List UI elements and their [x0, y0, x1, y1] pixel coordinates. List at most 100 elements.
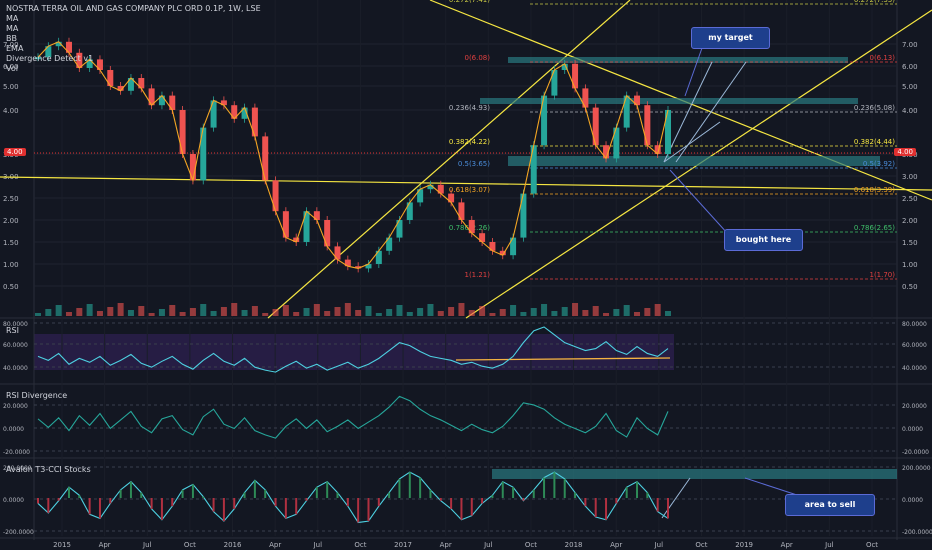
fib-level-label-right: 0.236(5.08)	[854, 104, 895, 112]
volume-bar	[665, 311, 671, 316]
x-tick-label: 2016	[224, 541, 242, 549]
volume-bar	[613, 309, 620, 316]
right-indicator-tick: 60.0000	[902, 342, 927, 349]
my-target-callout[interactable]: my target	[691, 27, 770, 49]
volume-bar	[282, 305, 289, 316]
fib-level-label-right: 0.272(7.33)	[854, 0, 895, 4]
volume-bar	[96, 311, 103, 316]
volume-bar	[148, 313, 155, 316]
left-price-tick: 1.00	[3, 261, 19, 269]
volume-bar	[179, 312, 186, 316]
volume-bar	[427, 304, 434, 316]
left-price-tick: 4.00	[3, 107, 19, 115]
volume-bar	[262, 313, 269, 316]
volume-bar	[634, 312, 641, 316]
right-price-tick: 2.00	[902, 217, 918, 225]
volume-bar	[355, 310, 362, 316]
x-tick-label: Oct	[184, 541, 196, 549]
x-tick-label: Apr	[610, 541, 622, 549]
cci-pane-title: Avalon T3-CCI Stocks	[6, 465, 91, 474]
volume-bar	[468, 310, 475, 316]
fib-level-label-left: 0.618(3.07)	[449, 186, 490, 194]
right-price-tick: 0.50	[902, 283, 918, 291]
indicator-ma-2[interactable]: MA	[6, 24, 261, 34]
volume-bar	[499, 309, 506, 316]
right-indicator-tick: -200.0000	[902, 529, 932, 536]
rsi-band	[34, 334, 674, 370]
volume-bar	[344, 303, 351, 316]
volume-bar	[231, 303, 238, 316]
volume-bar	[200, 304, 207, 316]
volume-bar	[45, 309, 52, 316]
fib-level-label-right: 0.786(2.65)	[854, 224, 895, 232]
left-indicator-tick: 20.0000	[3, 403, 28, 410]
x-tick-label: Jul	[313, 541, 323, 549]
right-price-tick: 7.00	[902, 41, 918, 49]
fib-level-label-left: 1(1.21)	[464, 271, 490, 279]
volume-bar	[386, 309, 393, 316]
volume-bar	[65, 312, 72, 316]
area-to-sell-callout[interactable]: area to sell	[785, 494, 875, 516]
right-indicator-tick: 80.0000	[902, 321, 927, 328]
indicator-volume[interactable]: Vol	[6, 64, 261, 74]
volume-bar	[530, 308, 537, 316]
volume-bar	[117, 303, 124, 316]
x-tick-label: Jul	[483, 541, 493, 549]
volume-bar	[303, 308, 310, 316]
volume-bar	[189, 308, 196, 316]
volume-bar	[654, 304, 661, 316]
x-tick-label: Jul	[654, 541, 664, 549]
x-tick-label: Oct	[866, 541, 878, 549]
right-indicator-tick: 20.0000	[902, 403, 927, 410]
left-indicator-tick: -200.0000	[3, 529, 34, 536]
volume-bar	[510, 305, 517, 316]
right-indicator-tick: -20.0000	[902, 449, 929, 456]
volume-bar	[334, 307, 341, 316]
left-price-tick: 0.50	[3, 283, 19, 291]
volume-bar	[479, 306, 486, 316]
indicator-bb[interactable]: BB	[6, 34, 261, 44]
right-price-tick: 6.00	[902, 63, 918, 71]
volume-bar	[448, 307, 455, 316]
x-tick-label: 2015	[53, 541, 71, 549]
indicator-divergence[interactable]: Divergence Detect v1	[6, 54, 261, 64]
left-price-tick: 1.50	[3, 239, 19, 247]
fib-level-label-left: 0.236(4.93)	[449, 104, 490, 112]
fib-level-label-right: 0.382(4.44)	[854, 138, 895, 146]
right-price-tick: 1.00	[902, 261, 918, 269]
main-legend: NOSTRA TERRA OIL AND GAS COMPANY PLC ORD…	[6, 4, 261, 74]
volume-bar	[169, 305, 176, 316]
right-indicator-tick: 200.0000	[902, 465, 931, 472]
volume-bar	[35, 313, 41, 316]
fib-level-label-left: 0(6.08)	[464, 54, 490, 62]
volume-bar	[396, 305, 403, 316]
left-indicator-tick: 0.0000	[3, 497, 24, 504]
volume-bar	[107, 307, 114, 316]
indicator-ma-1[interactable]: MA	[6, 14, 261, 24]
fib-level-label-right: 0.5(3.92)	[863, 160, 895, 168]
chart-title: NOSTRA TERRA OIL AND GAS COMPANY PLC ORD…	[6, 4, 261, 13]
fib-level-label-left: 0.5(3.65)	[458, 160, 490, 168]
current-price-tag-left: 4.00	[4, 148, 26, 156]
volume-bar	[520, 312, 527, 316]
bought-here-callout[interactable]: bought here	[724, 229, 803, 251]
right-price-tick: 2.50	[902, 195, 918, 203]
volume-bar	[210, 311, 217, 316]
trading-chart[interactable]: 7.007.006.006.005.005.004.004.003.503.50…	[0, 0, 932, 550]
volume-bar	[375, 313, 382, 316]
volume-bar	[220, 307, 227, 316]
x-tick-label: Jul	[142, 541, 152, 549]
right-price-tick: 5.00	[902, 83, 918, 91]
left-indicator-tick: -20.0000	[3, 449, 30, 456]
volume-bar	[551, 311, 558, 316]
volume-bar	[592, 306, 599, 316]
fib-level-label-left: 0.382(4.22)	[449, 138, 490, 146]
x-tick-label: Apr	[269, 541, 281, 549]
resistance-zone	[480, 98, 858, 104]
right-indicator-tick: 40.0000	[902, 365, 927, 372]
x-tick-label: Apr	[781, 541, 793, 549]
left-indicator-tick: 0.0000	[3, 426, 24, 433]
right-price-tick: 4.00	[902, 107, 918, 115]
support-zone	[508, 156, 880, 166]
indicator-ema[interactable]: EMA	[6, 44, 261, 54]
